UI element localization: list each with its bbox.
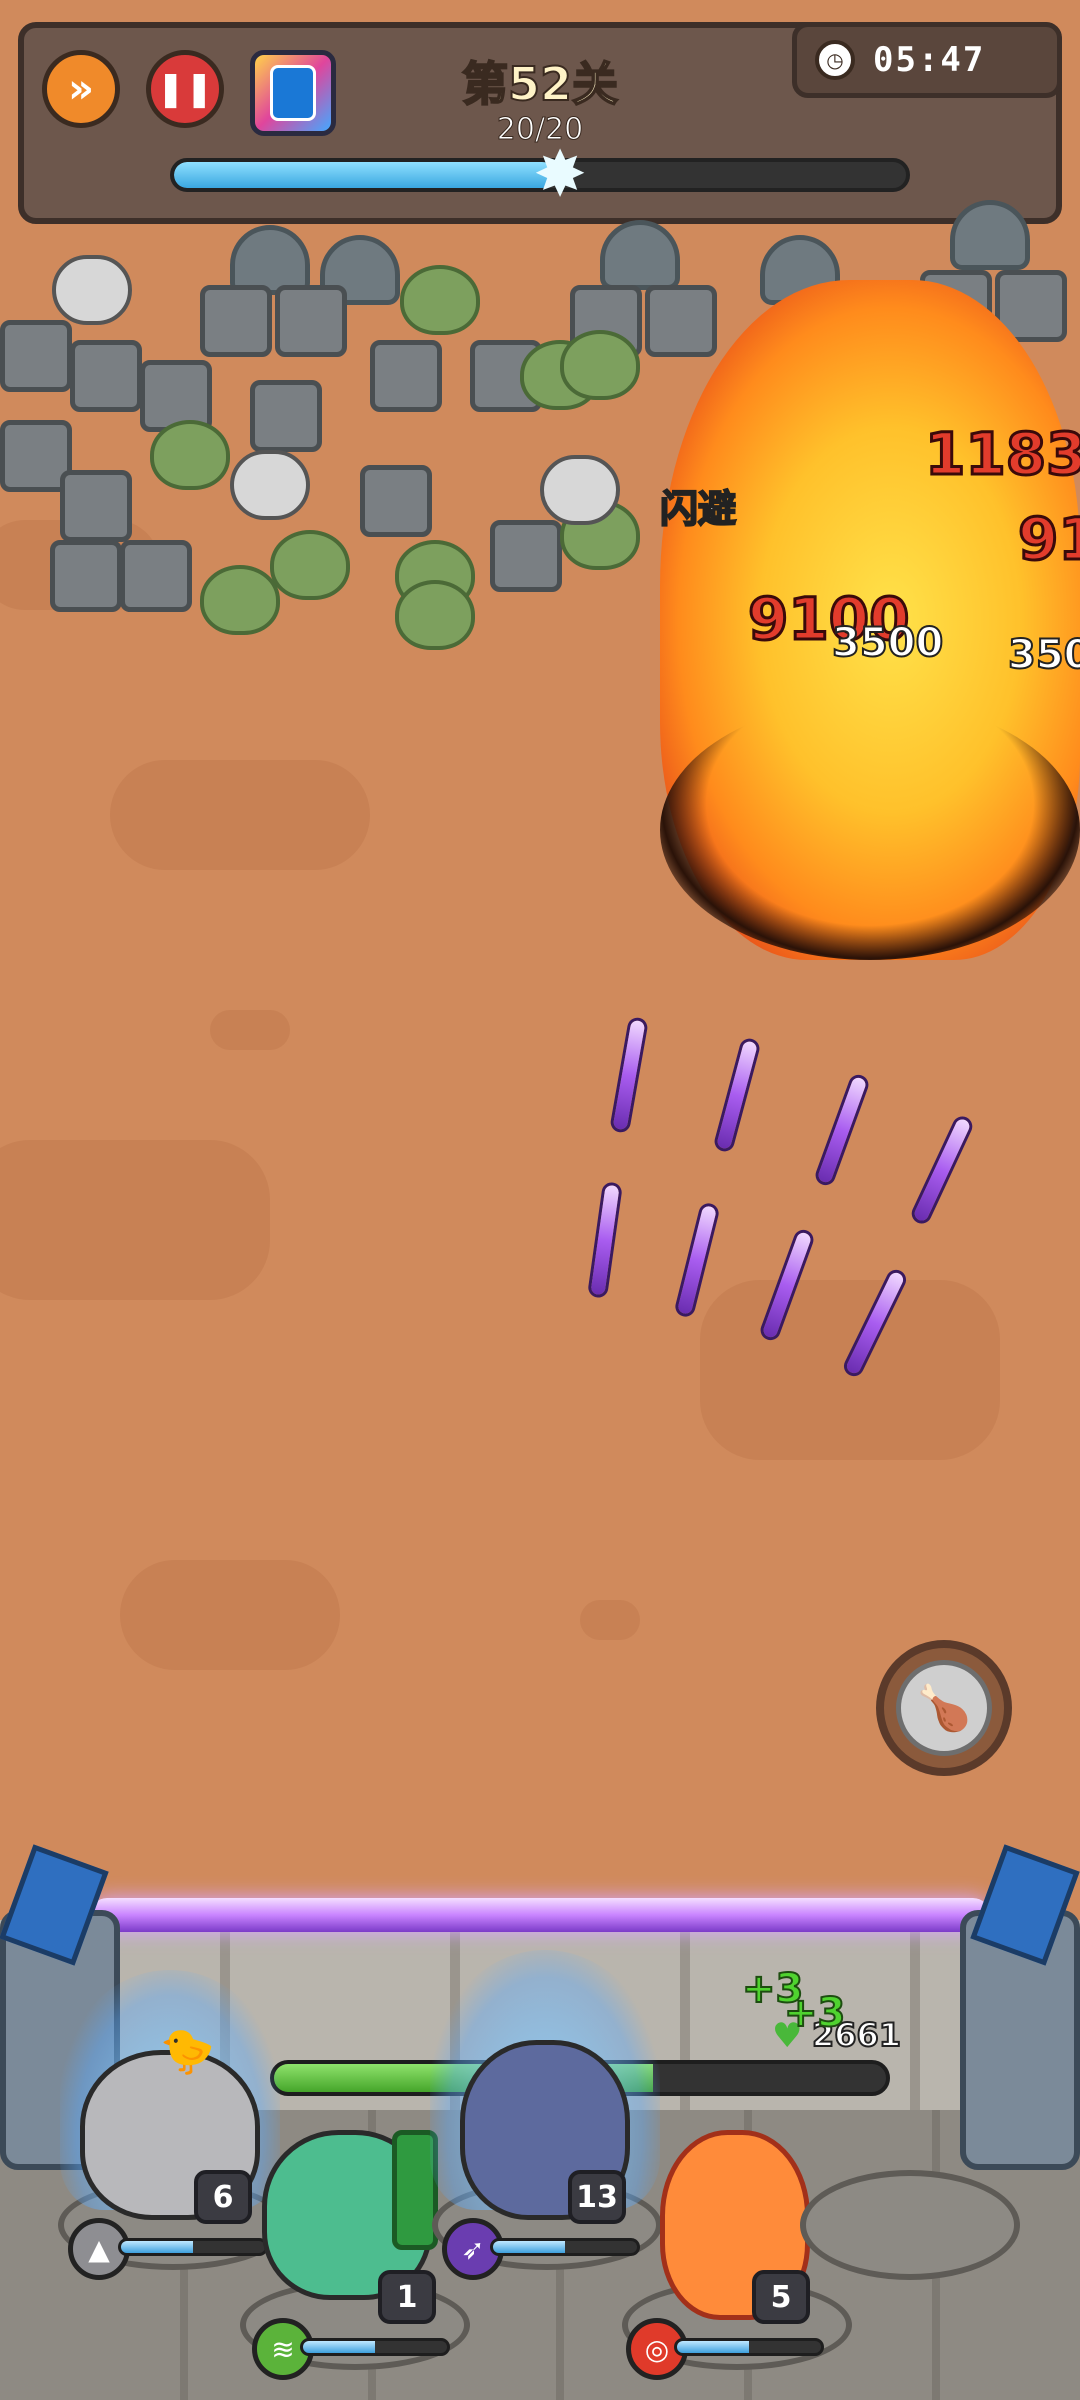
- hero-mana-bar: [674, 2338, 824, 2356]
- purple-barrier-beam: [90, 1898, 990, 1932]
- stone-golem-enemy: [360, 465, 432, 537]
- stone-golem-enemy: [50, 540, 122, 612]
- sand-patch: [210, 1010, 290, 1050]
- hero-mana-fill: [493, 2241, 565, 2253]
- goblin-enemy: [200, 565, 280, 635]
- damage-number: 3500: [831, 619, 944, 667]
- stone-golem-enemy: [250, 380, 322, 452]
- sand-patch: [580, 1600, 640, 1640]
- damage-number: 350: [1007, 631, 1080, 679]
- stone-golem-enemy: [200, 285, 272, 357]
- goblin-enemy: [150, 420, 230, 490]
- hero-mana-fill: [121, 2241, 193, 2253]
- purple-arrow-projectile: [912, 1117, 972, 1223]
- empty-hero-slot[interactable]: [800, 2170, 1020, 2280]
- fast-forward-icon: »: [68, 66, 94, 112]
- hero-mana-bar: [118, 2238, 268, 2256]
- goblin-enemy: [400, 265, 480, 335]
- damage-number: 91: [1017, 504, 1080, 575]
- goblin-enemy: [270, 530, 350, 600]
- helmet-enemy: [950, 200, 1030, 270]
- stone-golem-enemy: [0, 320, 72, 392]
- helmet-enemy: [600, 220, 680, 290]
- sand-patch: [110, 760, 370, 870]
- goblin-enemy: [395, 580, 475, 650]
- timer-text: 05:47: [873, 40, 986, 80]
- hero-level-badge: 1: [378, 2270, 436, 2324]
- scorched-crater: [660, 700, 1080, 960]
- skeleton-enemy: [230, 450, 310, 520]
- special-skill-button[interactable]: 🍗: [876, 1640, 1012, 1776]
- hero-mana-bar: [490, 2238, 640, 2256]
- sand-patch: [0, 1140, 270, 1300]
- spark-icon: ✸: [533, 138, 587, 212]
- speed-up-button[interactable]: »: [42, 50, 120, 128]
- purple-arrow-projectile: [716, 1040, 758, 1150]
- stone-golem-enemy: [490, 520, 562, 592]
- stone-golem-enemy: [70, 340, 142, 412]
- sand-patch: [120, 1560, 340, 1670]
- goblin-enemy: [560, 330, 640, 400]
- pause-button[interactable]: ❚❚: [146, 50, 224, 128]
- hero-mana-bar: [300, 2338, 450, 2356]
- timer-panel: ◷ 05:47: [792, 22, 1062, 98]
- purple-arrow-projectile: [612, 1019, 646, 1131]
- hero-level-badge: 5: [752, 2270, 810, 2324]
- clock-icon: ◷: [815, 40, 855, 80]
- stone-golem-enemy: [120, 540, 192, 612]
- purple-arrow-projectile: [676, 1204, 718, 1316]
- card-deck-icon: [270, 65, 316, 121]
- skeleton-enemy: [540, 455, 620, 525]
- card-deck-button[interactable]: [250, 50, 336, 136]
- stone-golem-enemy: [275, 285, 347, 357]
- skeleton-enemy: [52, 255, 132, 325]
- heal-number: +3: [783, 1989, 846, 2037]
- stone-golem-enemy: [645, 285, 717, 357]
- stone-golem-enemy: [60, 470, 132, 542]
- pause-icon: ❚❚: [156, 69, 214, 109]
- purple-arrow-projectile: [590, 1184, 620, 1296]
- dodge-text: 闪避: [659, 486, 737, 532]
- purple-arrow-projectile: [816, 1075, 868, 1185]
- hero-mana-fill: [303, 2341, 375, 2353]
- duck-hat-icon: 🐤: [160, 2026, 215, 2077]
- level-title: 第52关: [461, 56, 619, 112]
- hero-level-badge: 13: [568, 2170, 626, 2224]
- damage-number: 11830: [924, 419, 1080, 490]
- stone-golem-enemy: [370, 340, 442, 412]
- hero-mana-fill: [677, 2341, 749, 2353]
- hero-level-badge: 6: [194, 2170, 252, 2224]
- roast-chicken-icon: 🍗: [896, 1660, 992, 1756]
- wave-progress-fill: [174, 162, 555, 188]
